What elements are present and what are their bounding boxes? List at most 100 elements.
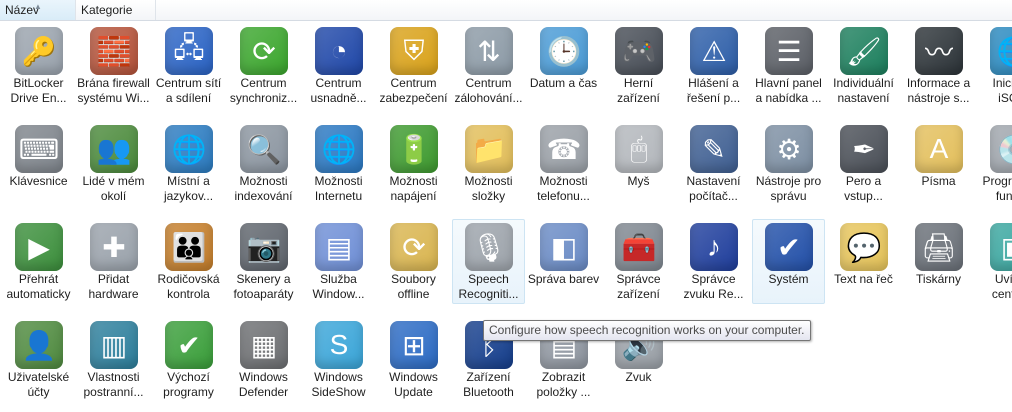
cardspace-icon: ▤ — [315, 223, 363, 271]
ease-of-access-icon: ◔ — [315, 27, 363, 75]
people-near-me-icon: 👥 — [90, 125, 138, 173]
control-panel-item[interactable]: A Písma — [902, 121, 975, 206]
control-panel-item[interactable]: ☎ Možnosti telefonu... — [527, 121, 600, 206]
control-panel-item[interactable]: ▤ Služba Window... — [302, 219, 375, 304]
control-panel-item[interactable]: ▦ Windows Defender — [227, 317, 300, 402]
item-label: Centrum usnadně... — [310, 76, 367, 105]
welcome-center-icon: ▣ — [990, 223, 1012, 271]
control-panel-item[interactable]: ◧ Správa barev — [527, 219, 600, 304]
control-panel-item[interactable]: ▶ Přehrát automaticky — [2, 219, 75, 304]
printer-icon: 🖨 — [915, 223, 963, 271]
control-panel-item[interactable]: ⟳ Soubory offline — [377, 219, 450, 304]
default-programs-icon: ✔ — [165, 321, 213, 369]
control-panel-item[interactable]: S Windows SideShow — [302, 317, 375, 402]
control-panel-item[interactable]: 📁 Možnosti složky — [452, 121, 525, 206]
item-label: Zobrazit položky ... — [536, 370, 591, 399]
control-panel-item[interactable]: 💬 Text na řeč — [827, 219, 900, 304]
column-header-name[interactable]: ▲ Název — [0, 0, 76, 20]
add-hardware-icon: ✚ — [90, 223, 138, 271]
system-computer-icon: ✔ — [765, 223, 813, 271]
date-time-icon: 🕒 — [540, 27, 588, 75]
control-panel-item[interactable]: ✚ Přidat hardware — [77, 219, 150, 304]
item-label: Služba Window... — [312, 272, 365, 301]
control-panel-item[interactable]: 🕒 Datum a čas — [527, 23, 600, 108]
scanner-camera-icon: 📷 — [240, 223, 288, 271]
item-label: Centrum zálohování... — [454, 76, 523, 105]
column-header-category[interactable]: Kategorie — [76, 0, 156, 20]
admin-tools-icon: ⚙ — [765, 125, 813, 173]
control-panel-item[interactable]: 🌐 Možnosti Internetu — [302, 121, 375, 206]
item-label: Individuální nastavení — [833, 76, 894, 105]
item-label: Uživatelské účty — [7, 370, 70, 399]
control-panel-item[interactable]: 🧱 Brána firewall systému Wi... — [77, 23, 150, 108]
control-panel-item[interactable]: 🌐Iniciátor iSCSI — [977, 23, 1012, 108]
column-header-bar: ▲ Název Kategorie — [0, 0, 1012, 21]
device-manager-icon: 🧰 — [615, 223, 663, 271]
control-panel-item[interactable]: ⚙ Nástroje pro správu — [752, 121, 825, 206]
control-panel-item[interactable]: ⚠ Hlášení a řešení p... — [677, 23, 750, 108]
control-panel-item[interactable]: ✔ Výchozí programy — [152, 317, 225, 402]
control-panel-item[interactable]: ⊞ Windows Update — [377, 317, 450, 402]
performance-info-icon: 〰 — [915, 27, 963, 75]
item-label: Místní a jazykov... — [163, 174, 214, 203]
item-label: Správce zvuku Re... — [683, 272, 744, 301]
internet-options-icon: 🌐 — [315, 125, 363, 173]
control-panel-item[interactable]: ⛨ Centrum zabezpečení — [377, 23, 450, 108]
color-management-icon: ◧ — [540, 223, 588, 271]
item-label: Hlavní panel a nabídka ... — [755, 76, 822, 105]
item-label: Text na řeč — [834, 272, 893, 286]
control-panel-item[interactable]: 🌐 Místní a jazykov... — [152, 121, 225, 206]
control-panel-item[interactable]: ♪ Správce zvuku Re... — [677, 219, 750, 304]
item-label: Písma — [921, 174, 956, 188]
programs-disc-icon: 💿 — [990, 125, 1012, 173]
control-panel-item[interactable]: 🔍 Možnosti indexování — [227, 121, 300, 206]
iscsi-globe-icon: 🌐 — [990, 27, 1012, 75]
control-panel-item[interactable]: 🔋 Možnosti napájení — [377, 121, 450, 206]
control-panel-item[interactable]: ✒ Pero a vstup... — [827, 121, 900, 206]
control-panel-item[interactable]: ⇅ Centrum zálohování... — [452, 23, 525, 108]
tablet-pc-icon: ✎ — [690, 125, 738, 173]
fonts-folder-icon: A — [915, 125, 963, 173]
item-label: BitLocker Drive En... — [10, 76, 67, 105]
control-panel-item[interactable]: 📷 Skenery a fotoaparáty — [227, 219, 300, 304]
item-label: Centrum sítí a sdílení — [155, 76, 222, 105]
offline-files-icon: ⟳ — [390, 223, 438, 271]
item-label: Tiskárny — [916, 272, 961, 286]
control-panel-item[interactable]: 🔑 BitLocker Drive En... — [2, 23, 75, 108]
control-panel-item[interactable]: ✎ Nastavení počítač... — [677, 121, 750, 206]
control-panel-item[interactable]: ⟳ Centrum synchroniz... — [227, 23, 300, 108]
control-panel-item[interactable]: 〰 Informace a nástroje s... — [902, 23, 975, 108]
control-panel-item[interactable]: 🖌 Individuální nastavení — [827, 23, 900, 108]
item-label: Uvítací centrum — [991, 272, 1012, 301]
item-label: Iniciátor iSCSI — [992, 76, 1012, 105]
control-panel-item[interactable]: ☰ Hlavní panel a nabídka ... — [752, 23, 825, 108]
control-panel-item[interactable]: 🎙 Speech Recogniti... — [452, 219, 525, 304]
control-panel-item[interactable]: 💿Programy a funkce — [977, 121, 1012, 206]
item-label: Windows Defender — [238, 370, 289, 399]
windows-update-icon: ⊞ — [390, 321, 438, 369]
item-label: Klávesnice — [9, 174, 68, 188]
control-panel-item[interactable]: 🖧 Centrum sítí a sdílení — [152, 23, 225, 108]
item-label: Centrum zabezpečení — [379, 76, 448, 105]
tooltip: Configure how speech recognition works o… — [483, 320, 811, 341]
control-panel-item[interactable]: 🧰 Správce zařízení — [602, 219, 675, 304]
item-label: Hlášení a řešení p... — [686, 76, 741, 105]
control-panel-item[interactable]: ⌨ Klávesnice — [2, 121, 75, 206]
control-panel-item[interactable]: 🎮 Herní zařízení — [602, 23, 675, 108]
control-panel-item[interactable]: 👤 Uživatelské účty — [2, 317, 75, 402]
pen-input-icon: ✒ — [840, 125, 888, 173]
control-panel-item[interactable]: 🖨 Tiskárny — [902, 219, 975, 304]
item-label: Windows Update — [389, 370, 438, 399]
control-panel-item[interactable]: ◔ Centrum usnadně... — [302, 23, 375, 108]
control-panel-item[interactable]: ✔ Systém — [752, 219, 825, 304]
control-panel-item[interactable]: 🖱 Myš — [602, 121, 675, 206]
item-label: Windows SideShow — [311, 370, 366, 399]
control-panel-item[interactable]: ▣Uvítací centrum — [977, 219, 1012, 304]
control-panel-item[interactable]: 👥 Lidé v mém okolí — [77, 121, 150, 206]
item-label: Rodičovská kontrola — [157, 272, 220, 301]
item-label: Možnosti složky — [464, 174, 513, 203]
control-panel-item[interactable]: ▥ Vlastnosti postranní... — [77, 317, 150, 402]
item-label: Zařízení Bluetooth — [463, 370, 514, 399]
control-panel-item[interactable]: 👪 Rodičovská kontrola — [152, 219, 225, 304]
item-label: Možnosti telefonu... — [537, 174, 590, 203]
